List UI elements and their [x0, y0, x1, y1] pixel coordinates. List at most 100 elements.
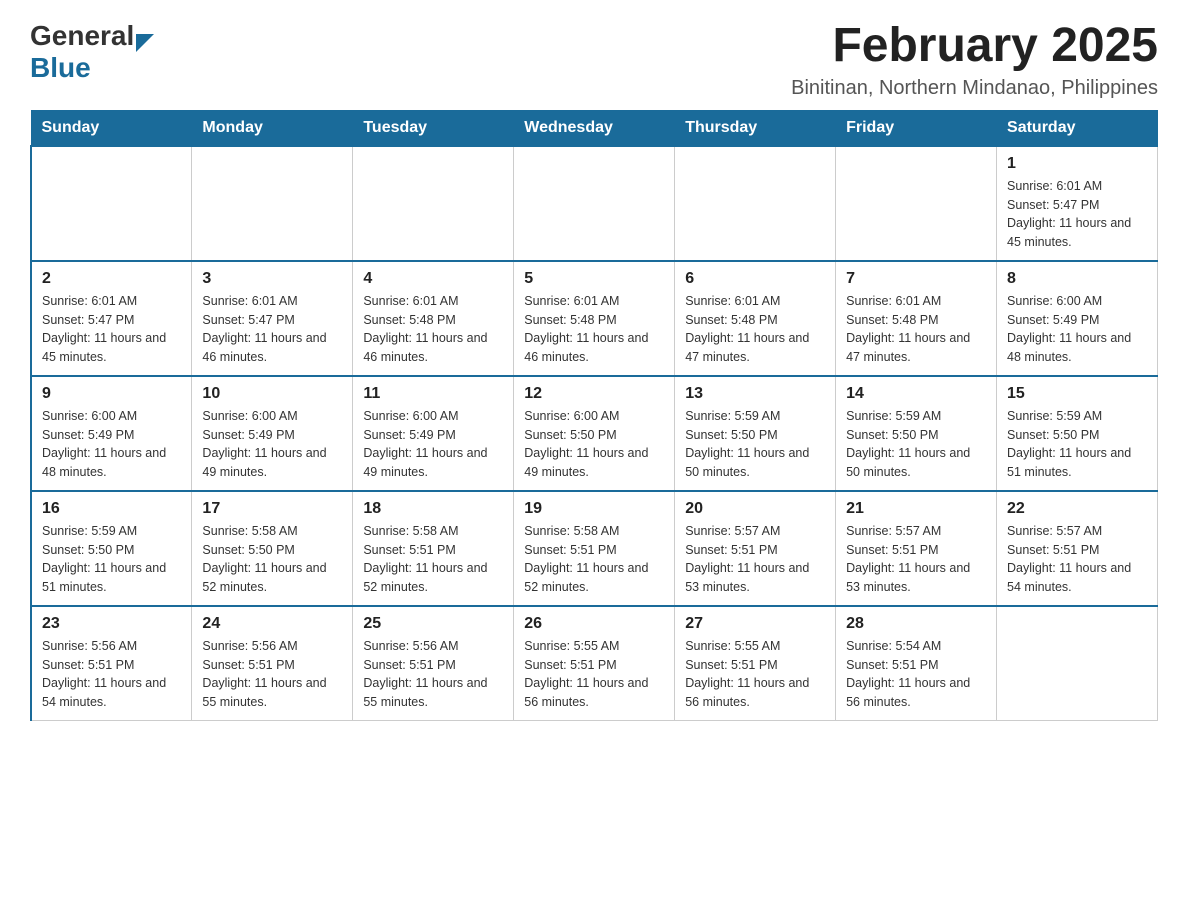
- day-number: 25: [363, 615, 503, 633]
- calendar-day-cell: 21 Sunrise: 5:57 AMSunset: 5:51 PMDayligh…: [836, 491, 997, 606]
- calendar-day-header: Sunday: [31, 110, 192, 146]
- calendar-day-cell: 3 Sunrise: 6:01 AMSunset: 5:47 PMDaylight…: [192, 261, 353, 376]
- logo-general-text: General: [30, 20, 134, 52]
- day-number: 28: [846, 615, 986, 633]
- day-number: 27: [685, 615, 825, 633]
- calendar-day-cell: 22 Sunrise: 5:57 AMSunset: 5:51 PMDayligh…: [997, 491, 1158, 606]
- calendar-day-cell: [31, 146, 192, 261]
- calendar-day-cell: 16Sunrise: 5:59 AMSunset: 5:50 PMDayligh…: [31, 491, 192, 606]
- day-number: 9: [42, 385, 181, 403]
- day-info: Sunrise: 5:58 AMSunset: 5:50 PMDaylight:…: [202, 522, 342, 597]
- calendar-week-row: 2 Sunrise: 6:01 AMSunset: 5:47 PMDaylight…: [31, 261, 1158, 376]
- day-info: Sunrise: 5:59 AMSunset: 5:50 PMDaylight:…: [685, 407, 825, 482]
- day-number: 26: [524, 615, 664, 633]
- calendar-day-cell: 25Sunrise: 5:56 AMSunset: 5:51 PMDayligh…: [353, 606, 514, 721]
- day-info: Sunrise: 6:01 AMSunset: 5:48 PMDaylight:…: [363, 292, 503, 367]
- calendar-day-cell: 19 Sunrise: 5:58 AMSunset: 5:51 PMDayligh…: [514, 491, 675, 606]
- day-info: Sunrise: 5:56 AMSunset: 5:51 PMDaylight:…: [42, 637, 181, 712]
- day-number: 1: [1007, 155, 1147, 173]
- day-info: Sunrise: 6:00 AMSunset: 5:49 PMDaylight:…: [42, 407, 181, 482]
- day-info: Sunrise: 5:56 AMSunset: 5:51 PMDaylight:…: [202, 637, 342, 712]
- calendar-day-cell: 27 Sunrise: 5:55 AMSunset: 5:51 PMDayligh…: [675, 606, 836, 721]
- calendar-day-cell: 7 Sunrise: 6:01 AMSunset: 5:48 PMDaylight…: [836, 261, 997, 376]
- day-info: Sunrise: 5:59 AMSunset: 5:50 PMDaylight:…: [42, 522, 181, 597]
- day-info: Sunrise: 6:01 AMSunset: 5:47 PMDaylight:…: [202, 292, 342, 367]
- calendar-day-cell: 2 Sunrise: 6:01 AMSunset: 5:47 PMDaylight…: [31, 261, 192, 376]
- calendar-day-cell: 13Sunrise: 5:59 AMSunset: 5:50 PMDayligh…: [675, 376, 836, 491]
- calendar-day-cell: 10Sunrise: 6:00 AMSunset: 5:49 PMDayligh…: [192, 376, 353, 491]
- calendar-day-header: Saturday: [997, 110, 1158, 146]
- day-info: Sunrise: 5:58 AMSunset: 5:51 PMDaylight:…: [524, 522, 664, 597]
- calendar-table: SundayMondayTuesdayWednesdayThursdayFrid…: [30, 110, 1158, 721]
- calendar-day-cell: 9 Sunrise: 6:00 AMSunset: 5:49 PMDaylight…: [31, 376, 192, 491]
- day-number: 23: [42, 615, 181, 633]
- calendar-day-cell: [836, 146, 997, 261]
- calendar-header-row: SundayMondayTuesdayWednesdayThursdayFrid…: [31, 110, 1158, 146]
- day-number: 20: [685, 500, 825, 518]
- calendar-day-cell: 1 Sunrise: 6:01 AMSunset: 5:47 PMDaylight…: [997, 146, 1158, 261]
- calendar-day-cell: 17 Sunrise: 5:58 AMSunset: 5:50 PMDayligh…: [192, 491, 353, 606]
- day-number: 18: [363, 500, 503, 518]
- calendar-day-header: Friday: [836, 110, 997, 146]
- day-info: Sunrise: 6:01 AMSunset: 5:47 PMDaylight:…: [1007, 177, 1147, 252]
- day-number: 12: [524, 385, 664, 403]
- day-info: Sunrise: 6:01 AMSunset: 5:48 PMDaylight:…: [524, 292, 664, 367]
- calendar-day-cell: 23 Sunrise: 5:56 AMSunset: 5:51 PMDayligh…: [31, 606, 192, 721]
- day-number: 19: [524, 500, 664, 518]
- day-info: Sunrise: 6:01 AMSunset: 5:48 PMDaylight:…: [685, 292, 825, 367]
- day-number: 22: [1007, 500, 1147, 518]
- calendar-day-cell: [675, 146, 836, 261]
- day-info: Sunrise: 5:57 AMSunset: 5:51 PMDaylight:…: [1007, 522, 1147, 597]
- logo-blue-text: Blue: [30, 52, 91, 84]
- calendar-week-row: 1 Sunrise: 6:01 AMSunset: 5:47 PMDaylight…: [31, 146, 1158, 261]
- calendar-day-cell: 8 Sunrise: 6:00 AMSunset: 5:49 PMDaylight…: [997, 261, 1158, 376]
- calendar-day-cell: 5 Sunrise: 6:01 AMSunset: 5:48 PMDaylight…: [514, 261, 675, 376]
- day-number: 14: [846, 385, 986, 403]
- day-number: 10: [202, 385, 342, 403]
- calendar-week-row: 16Sunrise: 5:59 AMSunset: 5:50 PMDayligh…: [31, 491, 1158, 606]
- calendar-day-cell: 4Sunrise: 6:01 AMSunset: 5:48 PMDaylight…: [353, 261, 514, 376]
- day-number: 24: [202, 615, 342, 633]
- day-info: Sunrise: 5:55 AMSunset: 5:51 PMDaylight:…: [685, 637, 825, 712]
- calendar-day-cell: 14Sunrise: 5:59 AMSunset: 5:50 PMDayligh…: [836, 376, 997, 491]
- logo-arrow-icon: [136, 34, 154, 52]
- calendar-week-row: 23 Sunrise: 5:56 AMSunset: 5:51 PMDayligh…: [31, 606, 1158, 721]
- calendar-day-cell: 18 Sunrise: 5:58 AMSunset: 5:51 PMDayligh…: [353, 491, 514, 606]
- day-number: 8: [1007, 270, 1147, 288]
- day-info: Sunrise: 6:00 AMSunset: 5:49 PMDaylight:…: [1007, 292, 1147, 367]
- day-number: 15: [1007, 385, 1147, 403]
- page-header: General Blue February 2025 Binitinan, No…: [30, 20, 1158, 100]
- day-info: Sunrise: 5:57 AMSunset: 5:51 PMDaylight:…: [846, 522, 986, 597]
- calendar-day-cell: 20 Sunrise: 5:57 AMSunset: 5:51 PMDayligh…: [675, 491, 836, 606]
- day-info: Sunrise: 6:00 AMSunset: 5:50 PMDaylight:…: [524, 407, 664, 482]
- day-info: Sunrise: 6:01 AMSunset: 5:47 PMDaylight:…: [42, 292, 181, 367]
- calendar-day-header: Thursday: [675, 110, 836, 146]
- day-info: Sunrise: 5:57 AMSunset: 5:51 PMDaylight:…: [685, 522, 825, 597]
- calendar-day-cell: 26 Sunrise: 5:55 AMSunset: 5:51 PMDayligh…: [514, 606, 675, 721]
- calendar-day-cell: [997, 606, 1158, 721]
- day-number: 11: [363, 385, 503, 403]
- calendar-day-cell: 15Sunrise: 5:59 AMSunset: 5:50 PMDayligh…: [997, 376, 1158, 491]
- calendar-day-cell: [514, 146, 675, 261]
- day-info: Sunrise: 5:55 AMSunset: 5:51 PMDaylight:…: [524, 637, 664, 712]
- day-number: 3: [202, 270, 342, 288]
- calendar-day-cell: 24 Sunrise: 5:56 AMSunset: 5:51 PMDayligh…: [192, 606, 353, 721]
- day-info: Sunrise: 6:01 AMSunset: 5:48 PMDaylight:…: [846, 292, 986, 367]
- calendar-day-header: Tuesday: [353, 110, 514, 146]
- day-number: 21: [846, 500, 986, 518]
- day-info: Sunrise: 6:00 AMSunset: 5:49 PMDaylight:…: [363, 407, 503, 482]
- calendar-title: February 2025: [791, 20, 1158, 73]
- calendar-location: Binitinan, Northern Mindanao, Philippine…: [791, 77, 1158, 100]
- calendar-day-cell: 11 Sunrise: 6:00 AMSunset: 5:49 PMDayligh…: [353, 376, 514, 491]
- day-number: 7: [846, 270, 986, 288]
- day-number: 5: [524, 270, 664, 288]
- day-number: 2: [42, 270, 181, 288]
- calendar-day-cell: [353, 146, 514, 261]
- calendar-day-cell: [192, 146, 353, 261]
- day-number: 17: [202, 500, 342, 518]
- title-block: February 2025 Binitinan, Northern Mindan…: [791, 20, 1158, 100]
- day-info: Sunrise: 5:58 AMSunset: 5:51 PMDaylight:…: [363, 522, 503, 597]
- calendar-day-cell: 28 Sunrise: 5:54 AMSunset: 5:51 PMDayligh…: [836, 606, 997, 721]
- day-info: Sunrise: 5:54 AMSunset: 5:51 PMDaylight:…: [846, 637, 986, 712]
- logo: General Blue: [30, 20, 154, 84]
